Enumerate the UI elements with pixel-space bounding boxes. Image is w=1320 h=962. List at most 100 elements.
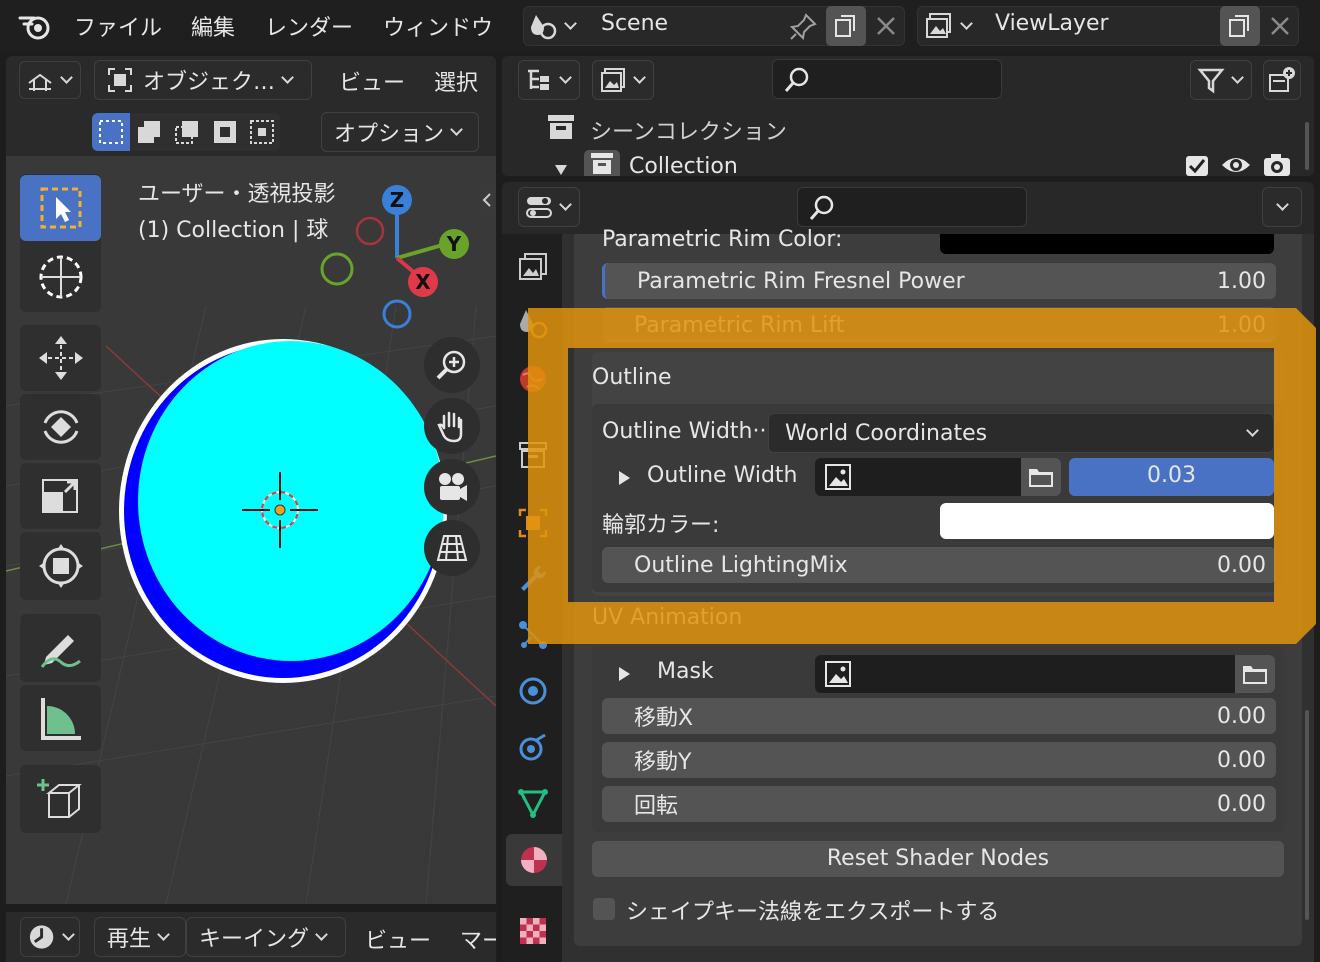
outline-lighting-mix-field[interactable]: Outline LightingMix 0.00: [602, 547, 1276, 583]
image-texture-icon: [825, 464, 851, 490]
rim-lift-field[interactable]: Parametric Rim Lift 1.00: [602, 307, 1276, 343]
tab-modifiers-icon[interactable]: [508, 554, 558, 604]
zoom-icon[interactable]: [424, 337, 480, 393]
mask-texture-slot[interactable]: [815, 655, 1235, 693]
tab-physics-icon[interactable]: [508, 666, 558, 716]
visibility-eye-icon[interactable]: [1220, 153, 1252, 177]
select-mode-group: [92, 113, 280, 151]
scale-tool-icon[interactable]: [20, 463, 101, 529]
tab-collection-icon[interactable]: [508, 430, 558, 480]
outline-width-browse-icon[interactable]: [1021, 458, 1061, 496]
mask-image-icon: [825, 661, 851, 687]
select-extend-icon[interactable]: [130, 113, 168, 151]
tab-particles-icon[interactable]: [508, 610, 558, 660]
delete-scene-icon[interactable]: [872, 12, 900, 40]
sidebar-toggle-icon[interactable]: [480, 186, 494, 214]
tab-world-icon[interactable]: [508, 354, 558, 404]
outliner-scrollbar[interactable]: [1305, 122, 1309, 170]
add-cube-tool-icon[interactable]: [20, 765, 101, 833]
select-box-tool-icon[interactable]: [20, 175, 101, 241]
menu-window[interactable]: ウィンドウ: [383, 10, 493, 42]
new-collection-icon[interactable]: [1263, 60, 1301, 100]
outline-width-expand-icon[interactable]: [616, 468, 632, 486]
rim-color-swatch[interactable]: [940, 234, 1274, 254]
viewlayer-type-icon[interactable]: [924, 8, 980, 44]
mask-label: Mask: [657, 659, 714, 684]
view-menu[interactable]: ビュー: [339, 65, 405, 97]
outliner-editor-type[interactable]: [518, 60, 580, 100]
timeline-view-menu[interactable]: ビュー: [365, 923, 431, 955]
timeline-editor-type[interactable]: [20, 917, 80, 957]
select-intersect-icon[interactable]: [244, 113, 280, 151]
filter-dropdown[interactable]: [1190, 60, 1252, 100]
move-x-field[interactable]: 移動X 0.00: [602, 698, 1276, 734]
playback-dropdown[interactable]: 再生: [94, 917, 186, 957]
collection-checkbox-icon[interactable]: [1186, 156, 1208, 176]
collection-expand-icon[interactable]: [553, 158, 569, 175]
outline-width-mode-label: Outline Width···: [602, 419, 774, 444]
select-subtract-icon[interactable]: [168, 113, 206, 151]
transform-tool-icon[interactable]: [20, 532, 101, 600]
rotate-field[interactable]: 回転 0.00: [602, 786, 1276, 822]
editor-type-button[interactable]: [19, 61, 81, 99]
annotate-tool-icon[interactable]: [20, 614, 101, 682]
render-camera-icon[interactable]: [1262, 152, 1292, 178]
cursor-tool-icon[interactable]: [20, 244, 101, 310]
collection-label[interactable]: Collection: [629, 154, 738, 179]
blender-logo-icon[interactable]: [18, 10, 54, 42]
search-icon: [784, 67, 809, 92]
menu-edit[interactable]: 編集: [191, 10, 235, 42]
tab-data-icon[interactable]: [508, 778, 558, 828]
outline-header[interactable]: Outline: [592, 365, 672, 390]
new-scene-icon[interactable]: [826, 6, 866, 46]
select-new-icon[interactable]: [92, 113, 130, 151]
camera-view-icon[interactable]: [424, 459, 480, 515]
delete-viewlayer-icon[interactable]: [1266, 12, 1294, 40]
outline-width-mode-dropdown[interactable]: World Coordinates: [768, 413, 1274, 453]
display-mode-dropdown[interactable]: [592, 60, 654, 100]
scene-collection-label[interactable]: シーンコレクション: [590, 114, 787, 146]
pan-hand-icon[interactable]: [424, 398, 480, 454]
rim-fresnel-power-field[interactable]: Parametric Rim Fresnel Power 1.00: [602, 263, 1276, 299]
pin-icon[interactable]: [788, 12, 818, 42]
outline-width-value-field[interactable]: 0.03: [1069, 458, 1274, 496]
tab-material-icon[interactable]: [506, 834, 562, 886]
properties-search-input[interactable]: [797, 187, 1027, 227]
tab-object-icon[interactable]: [508, 498, 558, 548]
scene-type-icon[interactable]: [528, 8, 586, 44]
mask-expand-icon[interactable]: [616, 664, 632, 682]
perspective-toggle-icon[interactable]: [424, 520, 480, 576]
viewlayer-name[interactable]: ViewLayer: [995, 11, 1109, 36]
new-viewlayer-icon[interactable]: [1220, 6, 1260, 46]
tab-constraints-icon[interactable]: [508, 722, 558, 772]
export-shape-key-checkbox[interactable]: [593, 898, 615, 920]
export-shape-key-label: シェイプキー法線をエクスポートする: [626, 900, 1000, 925]
mask-browse-icon[interactable]: [1235, 655, 1275, 693]
menu-file[interactable]: ファイル: [74, 10, 162, 42]
navigation-gizmo[interactable]: Z Y X: [315, 178, 485, 338]
move-tool-icon[interactable]: [20, 325, 101, 391]
select-menu[interactable]: 選択: [434, 65, 478, 97]
properties-options-icon[interactable]: [1262, 187, 1302, 227]
tab-texture-icon[interactable]: [508, 906, 558, 956]
rotate-tool-icon[interactable]: [20, 394, 101, 460]
scene-name[interactable]: Scene: [601, 11, 668, 36]
outline-width-value: 0.03: [1147, 463, 1196, 488]
timeline-marker-menu[interactable]: マー: [460, 923, 496, 955]
move-y-field[interactable]: 移動Y 0.00: [602, 742, 1276, 778]
outline-color-swatch[interactable]: [940, 503, 1274, 539]
menu-render[interactable]: レンダー: [265, 10, 353, 42]
select-invert-icon[interactable]: [206, 113, 244, 151]
keying-dropdown[interactable]: キーイング: [186, 917, 346, 957]
tab-scene-icon[interactable]: [508, 298, 558, 348]
outline-width-texture-slot[interactable]: [815, 458, 1021, 496]
tab-view-layer-icon[interactable]: [508, 242, 558, 292]
outliner-search-input[interactable]: [772, 59, 1002, 99]
uv-animation-header[interactable]: UV Animation: [592, 605, 742, 630]
properties-scrollbar[interactable]: [1305, 710, 1309, 920]
options-dropdown[interactable]: オプション: [321, 112, 479, 152]
measure-tool-icon[interactable]: [20, 685, 101, 751]
properties-editor-type[interactable]: [518, 187, 580, 227]
reset-shader-nodes-button[interactable]: Reset Shader Nodes: [592, 841, 1284, 877]
mode-dropdown[interactable]: オブジェク…: [94, 60, 312, 100]
